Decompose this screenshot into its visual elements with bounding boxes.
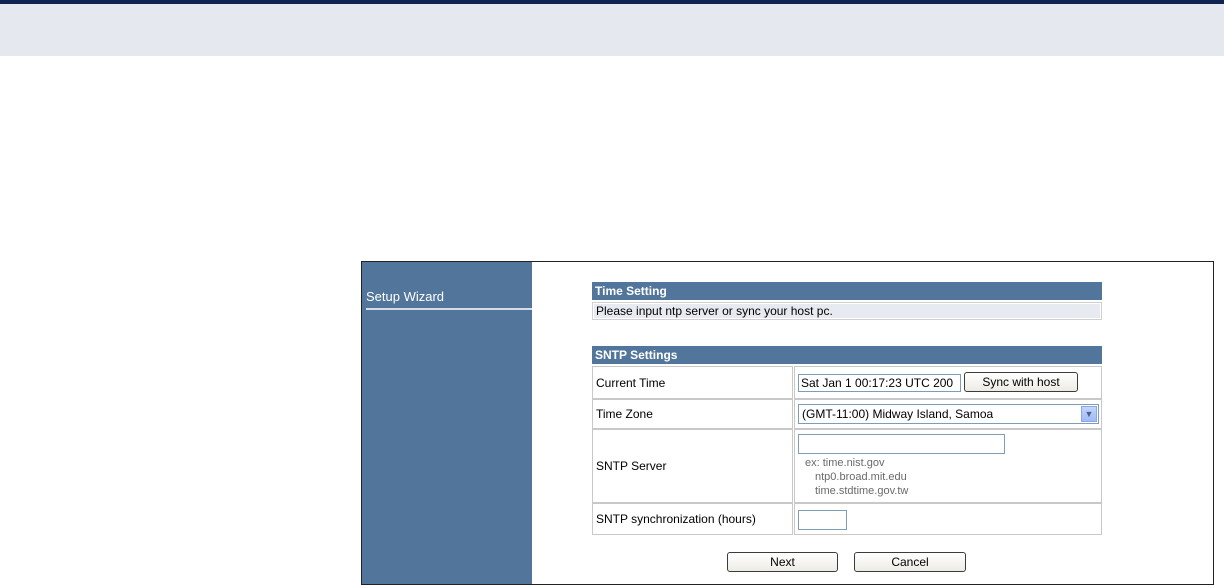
current-time-label: Current Time <box>592 366 793 399</box>
sidebar: Setup Wizard <box>362 262 532 584</box>
time-zone-label: Time Zone <box>592 399 793 429</box>
cancel-button[interactable]: Cancel <box>854 552 966 572</box>
sntp-server-row: SNTP Server ex: time.nist.gov ntp0.broad… <box>592 429 1102 503</box>
sidebar-item-setup-wizard[interactable]: Setup Wizard <box>366 288 532 310</box>
current-time-row: Current Time Sat Jan 1 00:17:23 UTC 200 … <box>592 366 1102 399</box>
sntp-sync-hours-input[interactable] <box>798 510 847 530</box>
chevron-down-icon[interactable]: ▼ <box>1081 406 1097 422</box>
sntp-server-label: SNTP Server <box>592 429 793 503</box>
sntp-sync-hours-cell <box>794 503 1102 535</box>
current-time-cell: Sat Jan 1 00:17:23 UTC 200 Sync with hos… <box>794 366 1102 399</box>
sntp-server-example: ntp0.broad.mit.edu <box>815 471 907 483</box>
sync-with-host-button[interactable]: Sync with host <box>964 372 1078 392</box>
sntp-server-cell: ex: time.nist.gov ntp0.broad.mit.edu tim… <box>794 429 1102 503</box>
time-zone-row: Time Zone (GMT-11:00) Midway Island, Sam… <box>592 399 1102 429</box>
time-setting-hint-row: Please input ntp server or sync your hos… <box>592 302 1102 320</box>
time-setting-hint: Please input ntp server or sync your hos… <box>594 304 1100 318</box>
sntp-server-example: time.stdtime.gov.tw <box>815 485 909 497</box>
wizard-frame: Setup Wizard Time Setting Please input n… <box>361 261 1214 585</box>
sntp-settings-header: SNTP Settings <box>592 346 1102 364</box>
sntp-sync-hours-label: SNTP synchronization (hours) <box>592 503 793 535</box>
sntp-server-example: ex: time.nist.gov <box>805 457 885 469</box>
sntp-server-input[interactable] <box>798 434 1005 454</box>
main-content: Time Setting Please input ntp server or … <box>532 262 1213 584</box>
time-zone-cell: (GMT-11:00) Midway Island, Samoa ▼ <box>794 399 1102 429</box>
top-banner <box>0 0 1224 56</box>
time-setting-header: Time Setting <box>592 282 1102 300</box>
current-time-field[interactable]: Sat Jan 1 00:17:23 UTC 200 <box>798 374 961 392</box>
next-button[interactable]: Next <box>727 552 838 572</box>
time-zone-selected-value: (GMT-11:00) Midway Island, Samoa <box>802 407 994 421</box>
sntp-sync-hours-row: SNTP synchronization (hours) <box>592 503 1102 535</box>
time-zone-select[interactable]: (GMT-11:00) Midway Island, Samoa ▼ <box>798 404 1099 424</box>
